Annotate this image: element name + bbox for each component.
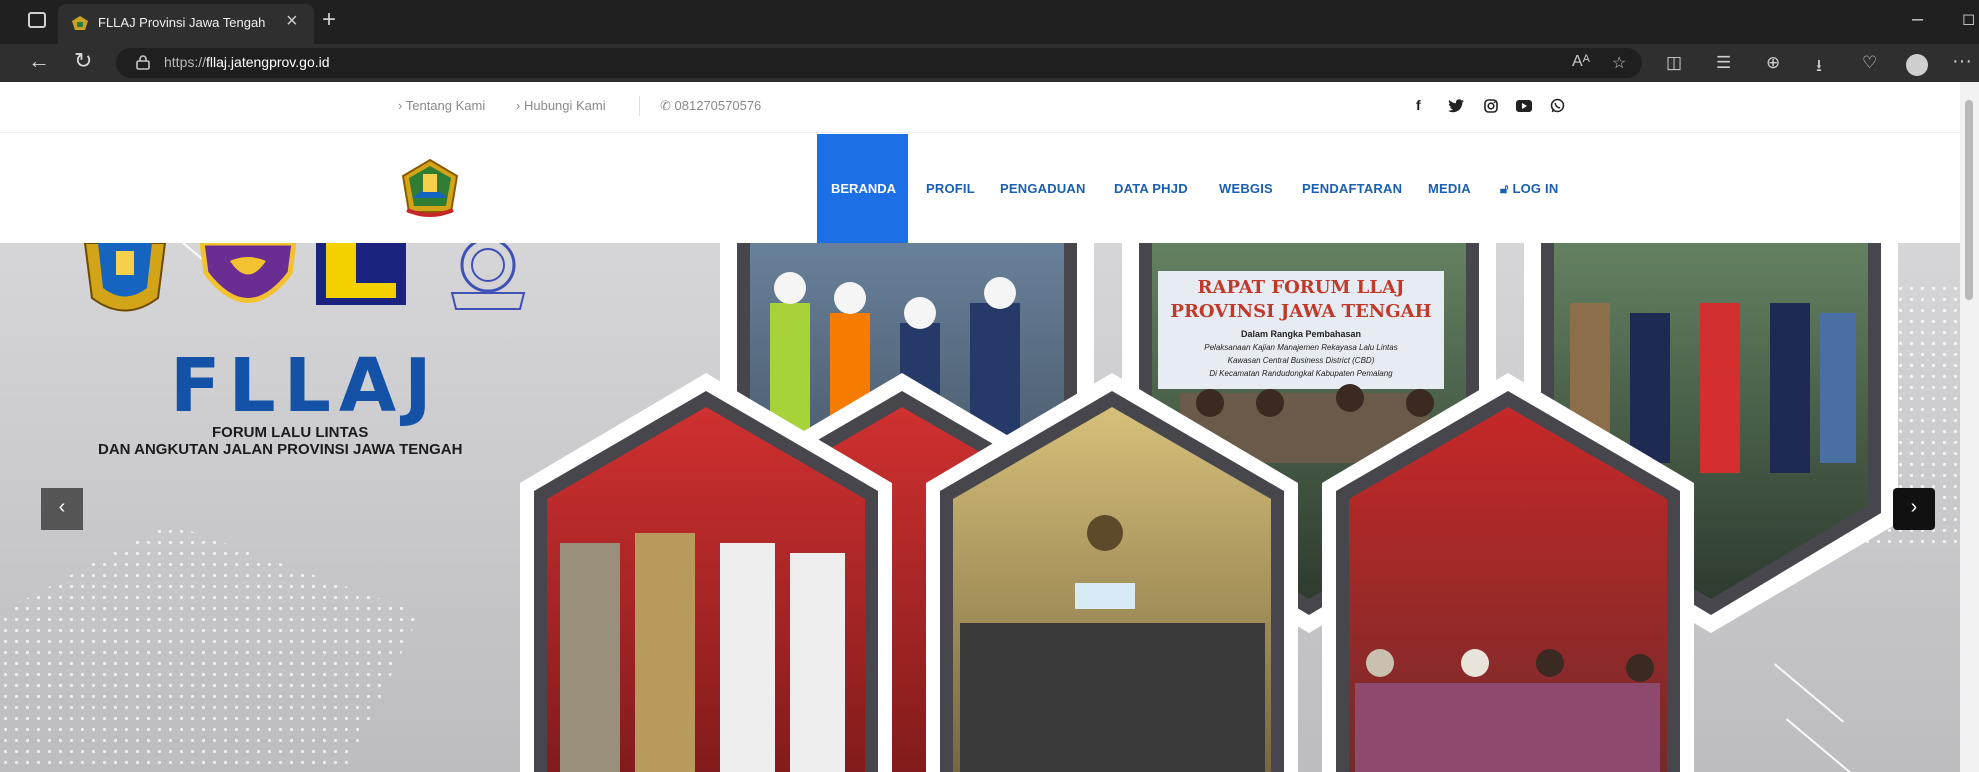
new-tab-button[interactable]: + xyxy=(322,6,336,34)
whatsapp-small-icon: ✆ xyxy=(660,98,671,113)
hero-slider: FLLAJ FORUM LALU LINTAS DAN ANGKUTAN JAL… xyxy=(0,243,1960,772)
facebook-icon[interactable]: f xyxy=(1416,97,1421,113)
url-scheme: https:// xyxy=(164,54,207,70)
jawa-tengah-emblem-logo[interactable] xyxy=(399,158,461,220)
link-label: Hubungi Kami xyxy=(523,98,606,113)
profile-icon[interactable] xyxy=(1906,54,1928,76)
tab-close-button[interactable]: × xyxy=(286,10,298,33)
chevron-right-icon: › xyxy=(1910,496,1918,518)
nav-item-pengaduan[interactable]: PENGADUAN xyxy=(1000,181,1086,196)
window-minimize-button[interactable]: – xyxy=(1912,8,1923,31)
lock-icon[interactable] xyxy=(136,54,150,70)
scrollbar-thumb[interactable] xyxy=(1965,100,1973,300)
nav-item-login[interactable]: 🔓︎ LOG IN xyxy=(1500,181,1558,197)
nav-item-webgis[interactable]: WEBGIS xyxy=(1219,181,1273,196)
collections-icon[interactable]: ⊕ xyxy=(1766,53,1780,73)
slider-next-button[interactable]: › xyxy=(1893,488,1935,530)
nav-item-beranda[interactable]: BERANDA xyxy=(817,134,908,243)
nav-label: LOG IN xyxy=(1512,181,1559,196)
read-aloud-icon[interactable]: Aᴬ xyxy=(1572,53,1590,71)
banner-body-1: Dalam Rangka Pembahasan xyxy=(1241,329,1361,339)
instagram-icon[interactable] xyxy=(1484,99,1498,113)
divider xyxy=(639,96,640,116)
nav-item-data-phjd[interactable]: DATA PHJD xyxy=(1114,181,1188,196)
split-screen-icon[interactable]: ◫ xyxy=(1666,53,1682,73)
page-scrollbar[interactable] xyxy=(1960,82,1979,772)
banner-body-2: Pelaksanaan Kajian Manajemen Rekayasa La… xyxy=(1204,343,1397,352)
reload-icon[interactable]: ↻ xyxy=(74,48,92,74)
chevron-right-icon: › xyxy=(516,98,521,113)
more-menu-button[interactable]: ··· xyxy=(1952,50,1972,73)
site-top-bar: › Tentang Kami › Hubungi Kami ✆ 08127057… xyxy=(0,82,1960,133)
url-field[interactable]: https://fllaj.jatengprov.go.id Aᴬ ☆ xyxy=(116,48,1642,78)
photo-collage: RAPAT FORUM LLAJ PROVINSI JAWA TENGAH Da… xyxy=(520,243,1898,772)
url-host: fllaj.jatengprov.go.id xyxy=(206,54,330,70)
link-hubungi-kami[interactable]: › Hubungi Kami xyxy=(516,98,606,113)
youtube-icon[interactable] xyxy=(1516,100,1532,112)
phone-number: 081270570576 xyxy=(674,98,762,113)
whatsapp-icon[interactable] xyxy=(1550,98,1565,113)
main-navigation: BERANDA PROFIL PENGADUAN DATA PHJD WEBGI… xyxy=(0,134,1960,243)
tab-title: FLLAJ Provinsi Jawa Tengah xyxy=(98,15,266,30)
slider-prev-button[interactable]: ‹ xyxy=(41,488,83,530)
browser-address-bar: ← ↻ https://fllaj.jatengprov.go.id Aᴬ ☆ … xyxy=(0,44,1979,82)
heartbeat-icon[interactable]: ♡ xyxy=(1862,53,1877,73)
window-restore-icon[interactable]: ◻ xyxy=(1962,9,1975,29)
banner-body-3: Kawasan Central Business District (CBD) xyxy=(1228,356,1375,365)
banner-title-2: PROVINSI JAWA TENGAH xyxy=(1170,301,1431,322)
downloads-icon[interactable]: ⭳ xyxy=(1816,53,1822,82)
link-label: Tentang Kami xyxy=(405,98,486,113)
browser-tab[interactable]: FLLAJ Provinsi Jawa Tengah × xyxy=(58,4,314,44)
site-favicon-icon xyxy=(72,16,88,30)
banner-body-4: Di Kecamatan Randudongkal Kabupaten Pema… xyxy=(1209,369,1393,378)
twitter-icon[interactable] xyxy=(1448,99,1464,113)
favorites-icon[interactable]: ☰ xyxy=(1716,53,1731,73)
favorite-star-icon[interactable]: ☆ xyxy=(1612,53,1626,73)
back-arrow-icon[interactable]: ← xyxy=(28,48,50,74)
banner-title-1: RAPAT FORUM LLAJ xyxy=(1198,277,1405,298)
chevron-left-icon: ‹ xyxy=(58,496,66,518)
phone-contact[interactable]: ✆ 081270570576 xyxy=(660,98,761,114)
nav-label: BERANDA xyxy=(831,181,896,196)
nav-item-media[interactable]: MEDIA xyxy=(1428,181,1471,196)
nav-item-pendaftaran[interactable]: PENDAFTARAN xyxy=(1302,181,1402,196)
nav-item-profil[interactable]: PROFIL xyxy=(926,181,975,196)
url-text: https://fllaj.jatengprov.go.id xyxy=(164,54,330,70)
chevron-right-icon: › xyxy=(398,98,403,113)
lock-icon: 🔓︎ xyxy=(1500,181,1509,196)
tab-actions-icon[interactable] xyxy=(28,12,46,28)
link-tentang-kami[interactable]: › Tentang Kami xyxy=(398,98,485,113)
browser-tab-bar: FLLAJ Provinsi Jawa Tengah × + – ◻ xyxy=(0,0,1979,44)
